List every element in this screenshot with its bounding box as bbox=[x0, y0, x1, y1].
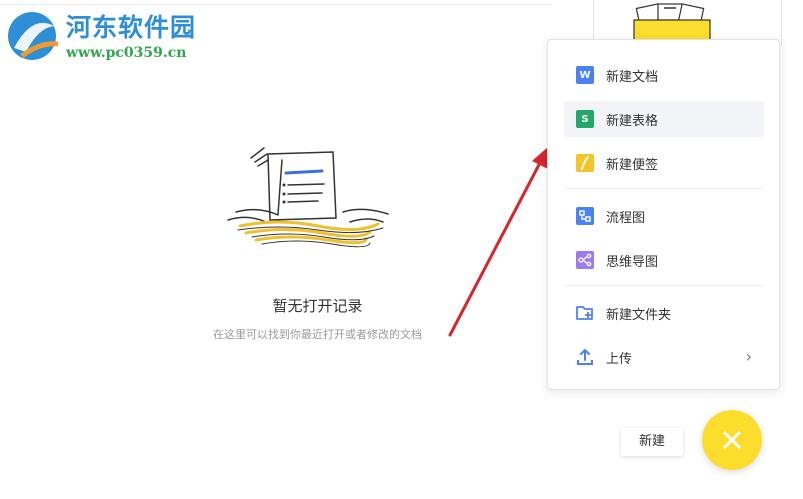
empty-state-title: 暂无打开记录 bbox=[272, 297, 363, 315]
watermark-title: 河东软件园 bbox=[66, 13, 197, 42]
chevron-right-icon: › bbox=[745, 347, 752, 366]
mindmap-icon bbox=[576, 251, 594, 269]
watermark-url: www.pc0359.cn bbox=[66, 45, 187, 61]
fab-close-button[interactable] bbox=[702, 410, 762, 470]
menu-item-label: 新建文件夹 bbox=[606, 308, 672, 323]
menu-item-new-sheet[interactable]: S 新建表格 bbox=[564, 101, 764, 137]
note-icon bbox=[576, 154, 594, 172]
annotation-arrow-icon bbox=[448, 147, 552, 337]
menu-item-upload[interactable]: 上传 › bbox=[564, 339, 764, 375]
new-item-menu: W 新建文档 S 新建表格 新建便签 流程图 思维导图 新建文件夹 上传 › bbox=[547, 39, 780, 390]
upload-icon bbox=[577, 349, 593, 365]
menu-item-label: 上传 bbox=[606, 352, 633, 367]
menu-separator bbox=[564, 188, 764, 189]
new-folder-icon bbox=[576, 306, 593, 320]
menu-item-label: 流程图 bbox=[606, 211, 646, 226]
new-button[interactable]: 新建 bbox=[621, 428, 683, 456]
sheet-icon: S bbox=[576, 110, 594, 128]
header-divider bbox=[0, 4, 551, 5]
close-icon bbox=[723, 431, 741, 449]
menu-item-flowchart[interactable]: 流程图 bbox=[564, 198, 764, 234]
menu-item-label: 新建表格 bbox=[606, 114, 659, 129]
word-doc-icon: W bbox=[576, 66, 594, 84]
menu-item-mindmap[interactable]: 思维导图 bbox=[564, 242, 764, 278]
menu-item-new-document[interactable]: W 新建文档 bbox=[564, 57, 764, 93]
flowchart-icon bbox=[576, 207, 594, 225]
watermark-logo-icon bbox=[8, 12, 59, 60]
menu-item-new-folder[interactable]: 新建文件夹 bbox=[564, 295, 764, 331]
menu-item-label: 思维导图 bbox=[606, 255, 659, 270]
menu-item-label: 新建文档 bbox=[606, 70, 659, 85]
menu-item-new-note[interactable]: 新建便签 bbox=[564, 145, 764, 181]
empty-state-illustration bbox=[227, 147, 389, 248]
menu-separator bbox=[564, 285, 764, 286]
menu-item-label: 新建便签 bbox=[606, 158, 659, 173]
